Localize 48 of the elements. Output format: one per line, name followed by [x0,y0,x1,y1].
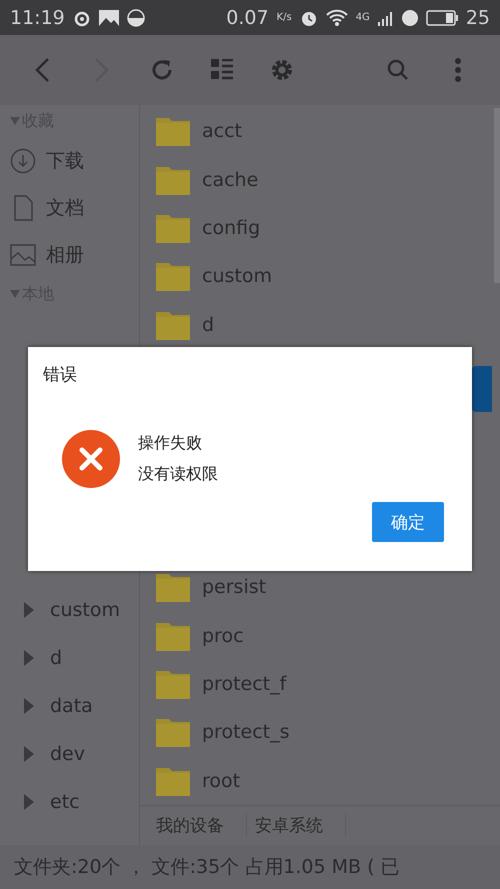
sidebar-label: 文档 [46,196,84,220]
confirm-button[interactable]: 确定 [372,502,444,542]
file-row[interactable]: protect_f [140,660,492,708]
network-type: 4G [356,12,370,23]
network-speed: 0.07 [226,6,269,28]
folder-name: protect_f [202,672,286,695]
folder-name: config [202,216,260,239]
tree-item[interactable]: dev [0,730,139,778]
sidebar-label: 下载 [46,148,84,174]
folder-name: proc [202,624,244,647]
dialog-title: 错误 [42,364,78,386]
folder-name: protect_s [202,721,290,744]
folder-name: cache [202,168,258,191]
folder-name: acct [202,120,242,142]
file-row[interactable]: root [140,756,492,805]
folder-name: d [202,314,214,336]
file-row[interactable]: config [140,204,492,252]
sidebar-label: 相册 [46,242,84,268]
dialog-detail: 没有读权限 [138,464,218,485]
file-row[interactable]: cache [140,155,492,204]
file-row[interactable]: persist [140,562,492,612]
tree-item[interactable]: data [0,682,139,730]
folder-name: root [202,770,240,792]
breadcrumb-item[interactable]: 安卓系统 [255,814,346,837]
folder-name: persist [202,576,266,598]
sidebar-item[interactable]: 相册 [0,231,139,278]
tree-label: custom [50,599,120,621]
battery-percent: 25 [466,6,490,28]
tree-label: dev [50,743,85,765]
file-row[interactable]: custom [140,252,492,301]
tree-label: data [50,695,93,717]
tree-label: etc [50,791,80,813]
file-row[interactable]: proc [140,611,492,660]
tree-item[interactable]: custom [0,586,139,634]
clock: 11:19 [10,6,65,28]
storage-summary: 文件夹:20个 ， 文件:35个 占用1.05 MB ( 已 [0,845,500,889]
breadcrumb-item[interactable]: 我的设备 [156,814,247,837]
tree-item[interactable]: d [0,634,139,682]
speed-unit: K/s [276,12,292,23]
file-row[interactable]: d [140,300,492,349]
file-row[interactable]: acct [140,107,492,156]
dialog-message: 操作失败 [138,433,203,454]
file-row[interactable]: protect_s [140,708,492,757]
sidebar-item[interactable]: 下载 [0,137,139,184]
tree-label: d [50,647,62,669]
tree-item[interactable]: etc [0,778,139,826]
folder-name: custom [202,265,272,288]
sidebar-item[interactable]: 文档 [0,184,139,231]
